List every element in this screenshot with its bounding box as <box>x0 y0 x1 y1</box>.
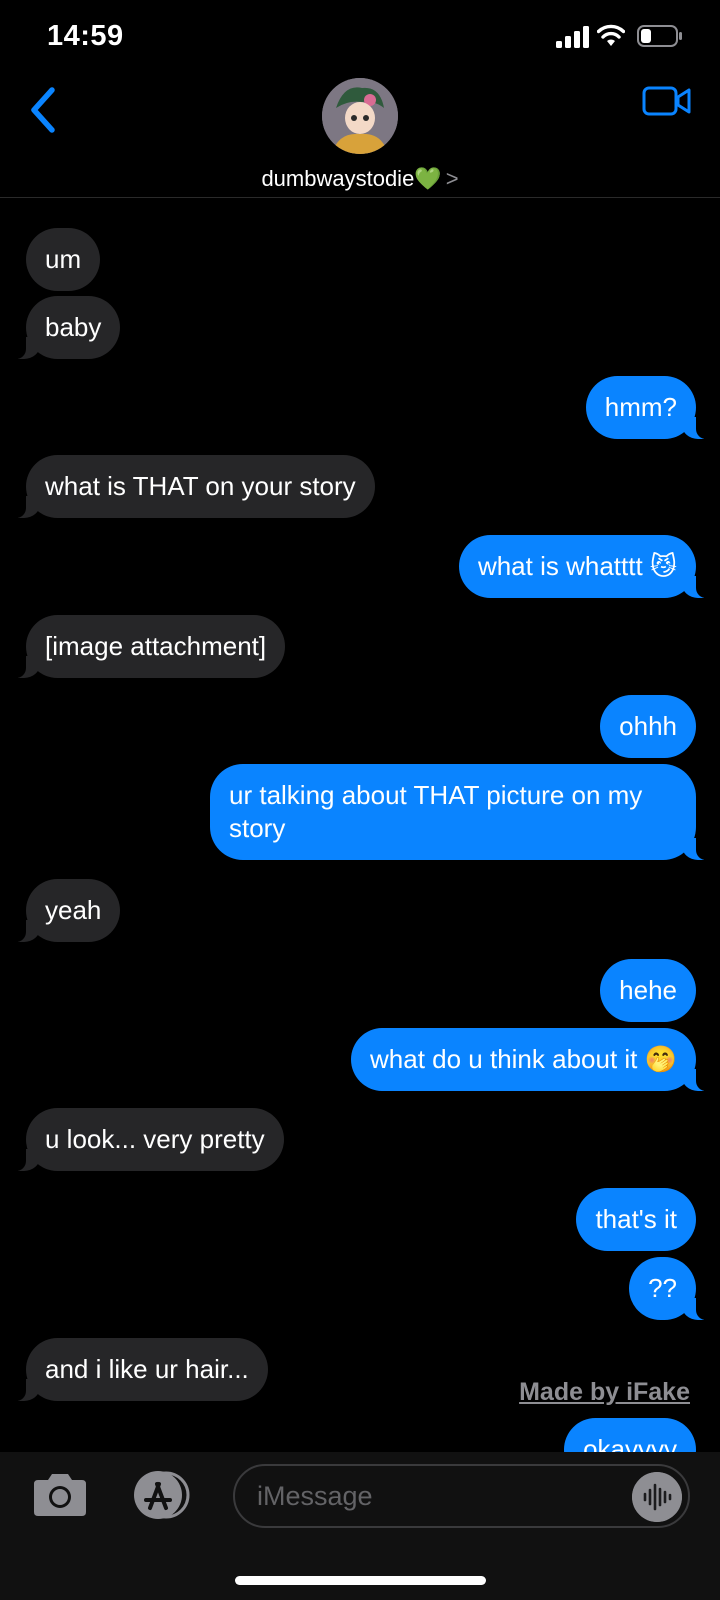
message-incoming[interactable]: yeah <box>11 879 121 942</box>
status-time: 14:59 <box>47 20 124 52</box>
message-outgoing[interactable]: ur talking about THAT picture on my stor… <box>210 764 710 860</box>
back-chevron-icon[interactable] <box>24 84 64 136</box>
contact-avatar[interactable] <box>322 78 398 154</box>
message-outgoing[interactable]: ohhh <box>600 695 696 758</box>
chevron-right-icon: > <box>445 166 459 191</box>
message-outgoing[interactable]: that's it <box>576 1188 696 1251</box>
contact-name[interactable]: dumbwaystodie💚 <box>261 166 441 191</box>
app-store-icon[interactable] <box>126 1470 196 1520</box>
contact-name-row[interactable]: dumbwaystodie💚 > <box>0 166 720 192</box>
wifi-icon <box>597 24 625 46</box>
message-outgoing[interactable]: what is whatttt 😼 <box>458 535 711 598</box>
status-bar: 14:59 <box>0 0 720 70</box>
watermark: Made by iFake <box>519 1378 690 1406</box>
imessage-input[interactable]: iMessage <box>233 1464 690 1528</box>
message-incoming[interactable]: u look... very pretty <box>12 1108 284 1171</box>
message-outgoing[interactable]: what do u think about it 🤭 <box>351 1028 710 1091</box>
camera-icon[interactable] <box>30 1472 90 1518</box>
message-incoming[interactable]: [image attachment] <box>11 615 286 678</box>
video-call-icon[interactable] <box>642 84 692 118</box>
message-outgoing[interactable]: hmm? <box>585 376 711 439</box>
cellular-signal-icon <box>556 26 589 48</box>
message-outgoing[interactable]: okayyyy <box>564 1418 696 1452</box>
home-indicator[interactable] <box>235 1576 486 1585</box>
conversation-header: dumbwaystodie💚 > <box>0 70 720 198</box>
message-incoming[interactable]: baby <box>11 296 121 359</box>
message-incoming[interactable]: um <box>26 228 101 291</box>
imessage-placeholder[interactable]: iMessage <box>257 1481 373 1512</box>
message-outgoing[interactable]: hehe <box>600 959 696 1022</box>
message-incoming[interactable]: and i like ur hair... <box>12 1338 268 1401</box>
message-outgoing[interactable]: ?? <box>629 1257 710 1320</box>
message-incoming[interactable]: what is THAT on your story <box>12 455 375 518</box>
message-thread[interactable]: um baby hmm? what is THAT on your story … <box>0 198 720 1452</box>
avatar-illustration <box>322 78 398 154</box>
input-bar: iMessage <box>0 1452 720 1600</box>
audio-waveform-icon[interactable] <box>632 1472 682 1522</box>
battery-icon <box>637 25 682 47</box>
